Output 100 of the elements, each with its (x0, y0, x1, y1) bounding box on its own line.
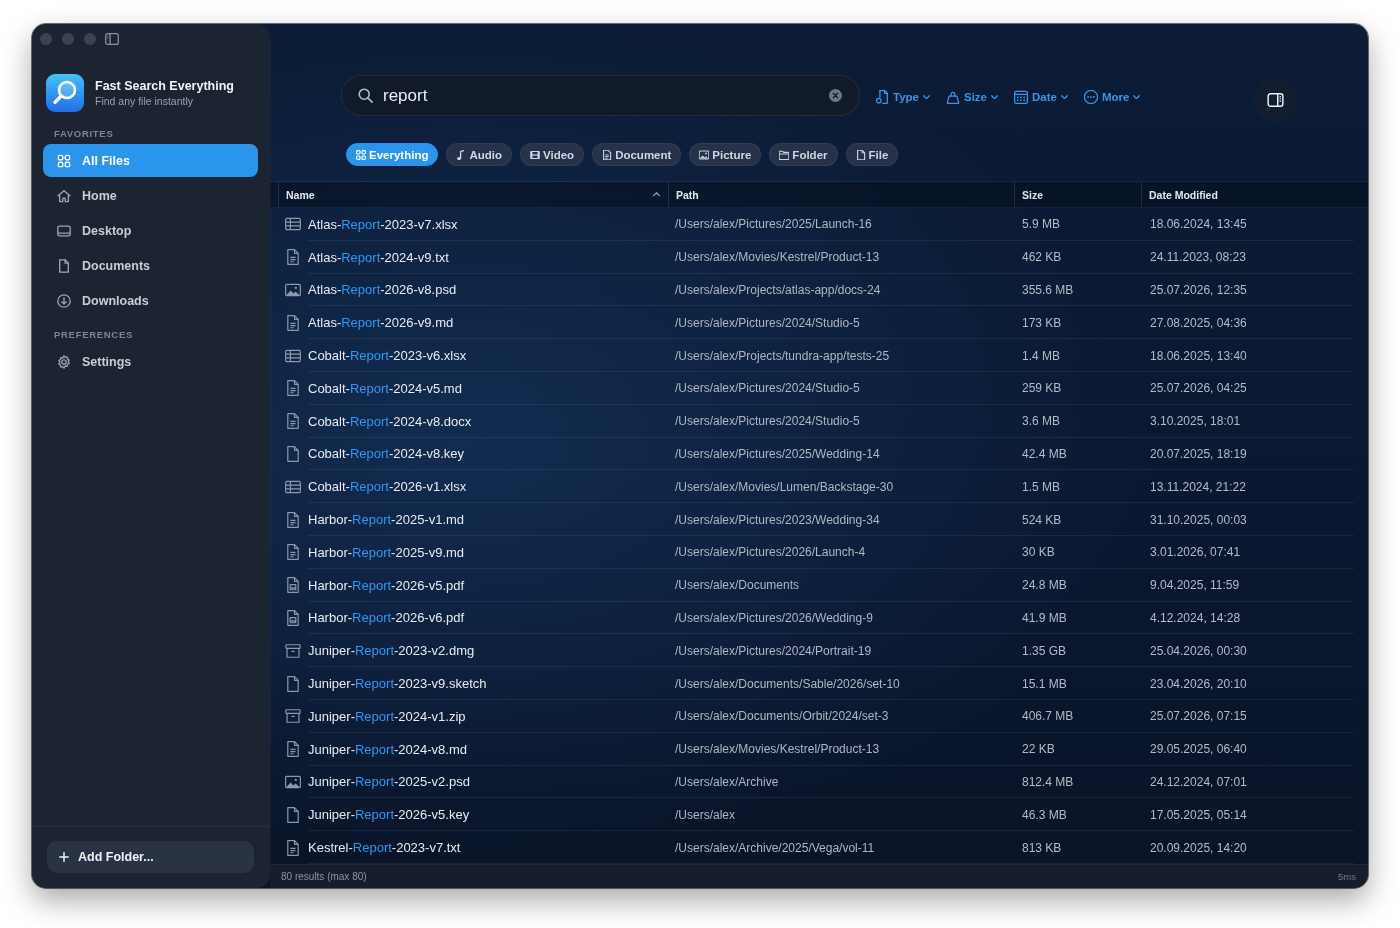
image-document-icon (285, 577, 301, 594)
weight-icon (946, 90, 960, 104)
chevron-down-icon (1060, 94, 1068, 100)
date-modified: 25.04.2026, 00:30 (1150, 643, 1247, 658)
home-icon (57, 188, 71, 203)
text-document-icon (285, 314, 301, 331)
chevron-down-icon (991, 94, 998, 100)
category-tab[interactable]: Picture (689, 143, 762, 166)
file-size: 41.9 MB (1022, 610, 1067, 625)
sidebar-item[interactable]: Settings (43, 345, 258, 378)
file-name: Harbor-Report-2025-v9.md (308, 544, 465, 560)
date-modified: 20.07.2025, 18:19 (1150, 446, 1247, 461)
file-path: /Users/alex/Pictures/2025/Launch-16 (675, 217, 872, 232)
file-name: Cobalt-Report-2024-v8.docx (308, 413, 472, 429)
date-modified: 13.11.2024, 21:22 (1150, 479, 1246, 494)
document-icon (602, 149, 613, 160)
filter-dropdown[interactable]: Size (946, 87, 998, 107)
filter-dropdown[interactable]: Date (1014, 87, 1068, 107)
file-name: Harbor-Report-2026-v6.pdf (308, 610, 465, 626)
column-header[interactable]: Date Modified (1149, 188, 1218, 201)
file-size: 812.4 MB (1022, 774, 1074, 789)
file-path: /Users/alex/Pictures/2024/Studio-5 (675, 414, 860, 429)
sidebar-toggle-icon[interactable] (105, 33, 119, 45)
file-size: 46.3 MB (1022, 807, 1067, 822)
filter-dropdown[interactable]: More (1083, 87, 1141, 107)
category-tab[interactable]: Folder (769, 143, 838, 166)
file-path: /Users/alex/Projects/atlas-app/docs-24 (675, 283, 881, 297)
date-modified: 23.04.2026, 20:10 (1150, 676, 1247, 691)
file-size: 1.4 MB (1022, 348, 1060, 363)
sidebar-item[interactable]: Documents (43, 249, 258, 282)
file-path: /Users/alex/Archive/2025/Vega/vol-11 (675, 840, 875, 855)
film-icon (530, 149, 540, 160)
category-tab[interactable]: File (845, 143, 899, 166)
text-document-icon (285, 413, 301, 430)
date-modified: 18.06.2025, 13:40 (1150, 348, 1247, 363)
category-tab[interactable]: Document (592, 143, 682, 166)
date-modified: 27.08.2025, 04:36 (1150, 315, 1247, 330)
date-modified: 3.01.2026, 07:41 (1150, 545, 1241, 560)
ellipsis-icon (1083, 90, 1098, 104)
search-field[interactable]: report (341, 75, 860, 116)
file-path: /Users/alex/Movies/Kestrel/Product-13 (675, 250, 880, 265)
file-name: Cobalt-Report-2024-v8.key (308, 446, 465, 462)
document-icon (285, 675, 301, 692)
sidebar-item[interactable]: Downloads (43, 284, 258, 317)
sort-ascending-icon[interactable] (653, 192, 660, 197)
add-folder-button[interactable]: Add Folder... (47, 841, 254, 873)
column-header[interactable]: Path (676, 188, 699, 201)
file-path: /Users/alex/Pictures/2024/Studio-5 (675, 315, 860, 330)
date-modified: 17.05.2025, 05:14 (1150, 807, 1247, 822)
inspector-toggle-button[interactable] (1253, 78, 1297, 122)
archive-box-icon (285, 708, 301, 725)
search-icon (358, 88, 373, 103)
text-document-icon (285, 249, 301, 266)
date-modified: 25.07.2026, 07:15 (1150, 709, 1247, 724)
file-size: 42.4 MB (1022, 446, 1067, 461)
text-document-icon (285, 511, 301, 528)
file-size: 5.9 MB (1022, 217, 1060, 232)
date-modified: 25.07.2026, 04:25 (1150, 381, 1247, 396)
music-note-icon (456, 149, 467, 160)
date-modified: 29.05.2025, 06:40 (1150, 742, 1247, 757)
file-name: Juniper-Report-2024-v1.zip (308, 708, 466, 724)
sidebar-item[interactable]: Home (43, 179, 258, 212)
clear-search-icon[interactable] (829, 89, 842, 102)
text-document-icon (285, 839, 301, 856)
spreadsheet-icon (285, 216, 301, 233)
chevron-down-icon (1133, 94, 1141, 100)
file-size: 3.6 MB (1022, 414, 1060, 429)
file-size: 462 KB (1022, 250, 1062, 265)
search-time: 5ms (1338, 871, 1356, 882)
app-logo-icon (46, 74, 84, 112)
settings-icon (57, 354, 71, 369)
file-size: 1.35 GB (1022, 643, 1067, 658)
file-path: /Users/alex/Pictures/2026/Wedding-9 (675, 610, 873, 625)
file-path: /Users/alex/Documents/Sable/2026/set-10 (675, 676, 900, 691)
file-size: 524 KB (1022, 512, 1062, 527)
filter-dropdown[interactable]: Type (875, 87, 930, 107)
file-size: 15.1 MB (1022, 676, 1067, 691)
file-path: /Users/alex/Documents (675, 578, 800, 593)
column-header[interactable]: Name (286, 188, 315, 201)
chevron-down-icon (923, 94, 930, 100)
column-header[interactable]: Size (1022, 188, 1043, 201)
calendar-icon (1014, 90, 1028, 104)
document-icon (285, 445, 301, 462)
image-icon (699, 149, 710, 160)
section-heading: PREFERENCES (54, 329, 133, 340)
app-title: Fast Search Everything (95, 79, 234, 93)
spreadsheet-icon (285, 347, 301, 364)
file-size: 259 KB (1022, 381, 1062, 396)
spreadsheet-icon (285, 478, 301, 495)
file-path: /Users/alex/Archive (675, 774, 779, 789)
archive-box-icon (285, 642, 301, 659)
category-tab[interactable]: Audio (446, 143, 512, 166)
date-modified: 9.04.2025, 11:59 (1150, 578, 1240, 593)
right-panel-icon (1266, 93, 1284, 107)
date-modified: 24.11.2023, 08:23 (1150, 250, 1246, 265)
file-size: 24.8 MB (1022, 578, 1067, 593)
file-path: /Users/alex/Pictures/2024/Studio-5 (675, 381, 860, 396)
category-tab[interactable]: Video (520, 143, 585, 166)
file-path: /Users/alex/Pictures/2024/Portrait-19 (675, 643, 872, 658)
sidebar-item[interactable]: Desktop (43, 214, 258, 247)
